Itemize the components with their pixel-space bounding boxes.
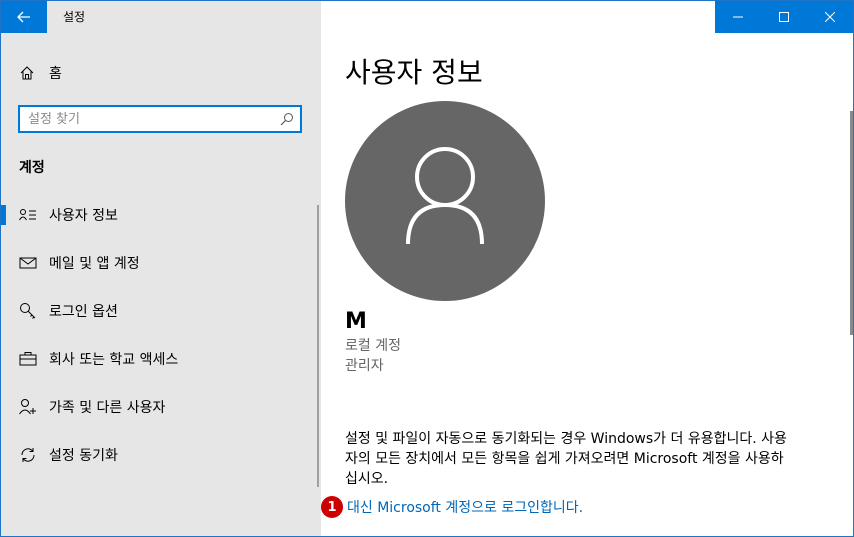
avatar (345, 101, 545, 301)
user-info-icon (19, 206, 37, 224)
window-title: 설정 (63, 10, 86, 24)
home-icon (19, 65, 35, 81)
sidebar-item-sync-settings[interactable]: 설정 동기화 (1, 431, 321, 479)
sidebar-item-label: 가족 및 다른 사용자 (49, 400, 166, 416)
sidebar-item-label: 로그인 옵션 (49, 304, 118, 320)
selection-indicator (1, 205, 6, 225)
mail-icon (19, 254, 37, 272)
minimize-button[interactable] (715, 1, 761, 33)
sidebar-item-mail-accounts[interactable]: 메일 및 앱 계정 (1, 239, 321, 287)
nav-list: 사용자 정보 메일 및 앱 계정 로그인 옵션 회사 또는 학교 액세스 가족 … (1, 191, 321, 479)
maximize-icon (779, 12, 789, 22)
sidebar: 홈 계정 사용자 정보 메일 및 앱 계정 (1, 33, 321, 536)
account-type: 로컬 계정 (345, 338, 401, 354)
sync-icon (19, 446, 37, 464)
person-add-icon (19, 398, 37, 416)
sidebar-item-sign-in-options[interactable]: 로그인 옵션 (1, 287, 321, 335)
briefcase-icon (19, 350, 37, 368)
page-title: 사용자 정보 (345, 56, 483, 89)
back-button[interactable] (1, 1, 47, 33)
search-icon[interactable] (280, 112, 294, 126)
sync-description: 설정 및 파일이 자동으로 동기화되는 경우 Windows가 더 유용합니다.… (345, 431, 787, 487)
sidebar-item-family-users[interactable]: 가족 및 다른 사용자 (1, 383, 321, 431)
sidebar-item-label: 회사 또는 학교 액세스 (49, 352, 179, 368)
search-input[interactable] (28, 110, 268, 128)
main-content: 사용자 정보 M 로컬 계정 관리자 설정 및 파일이 자동으로 동기화되는 경… (321, 33, 853, 536)
sidebar-item-work-school[interactable]: 회사 또는 학교 액세스 (1, 335, 321, 383)
sidebar-item-label: 사용자 정보 (49, 208, 118, 224)
sidebar-scrollbar[interactable] (317, 205, 319, 487)
close-button[interactable] (807, 1, 853, 33)
key-icon (19, 302, 37, 320)
search-box[interactable] (18, 105, 302, 133)
caption-buttons (715, 1, 853, 33)
close-icon (825, 12, 835, 22)
microsoft-signin-link[interactable]: 대신 Microsoft 계정으로 로그인합니다. (347, 497, 583, 517)
main-scrollbar[interactable] (850, 111, 853, 335)
section-title: 계정 (19, 160, 45, 176)
title-bar-left (1, 1, 321, 33)
nav-home[interactable]: 홈 (1, 59, 321, 87)
home-label: 홈 (49, 66, 62, 82)
sidebar-item-label: 설정 동기화 (49, 448, 118, 464)
account-role: 관리자 (345, 358, 384, 374)
settings-window: 설정 홈 계정 (0, 0, 854, 537)
maximize-button[interactable] (761, 1, 807, 33)
minimize-icon (733, 16, 743, 18)
person-icon (406, 147, 484, 245)
sidebar-item-label: 메일 및 앱 계정 (49, 256, 140, 272)
annotation-badge: 1 (321, 496, 343, 518)
sidebar-item-user-info[interactable]: 사용자 정보 (1, 191, 321, 239)
title-bar: 설정 (1, 1, 853, 33)
user-name: M (345, 309, 367, 334)
arrow-left-icon (17, 11, 30, 23)
